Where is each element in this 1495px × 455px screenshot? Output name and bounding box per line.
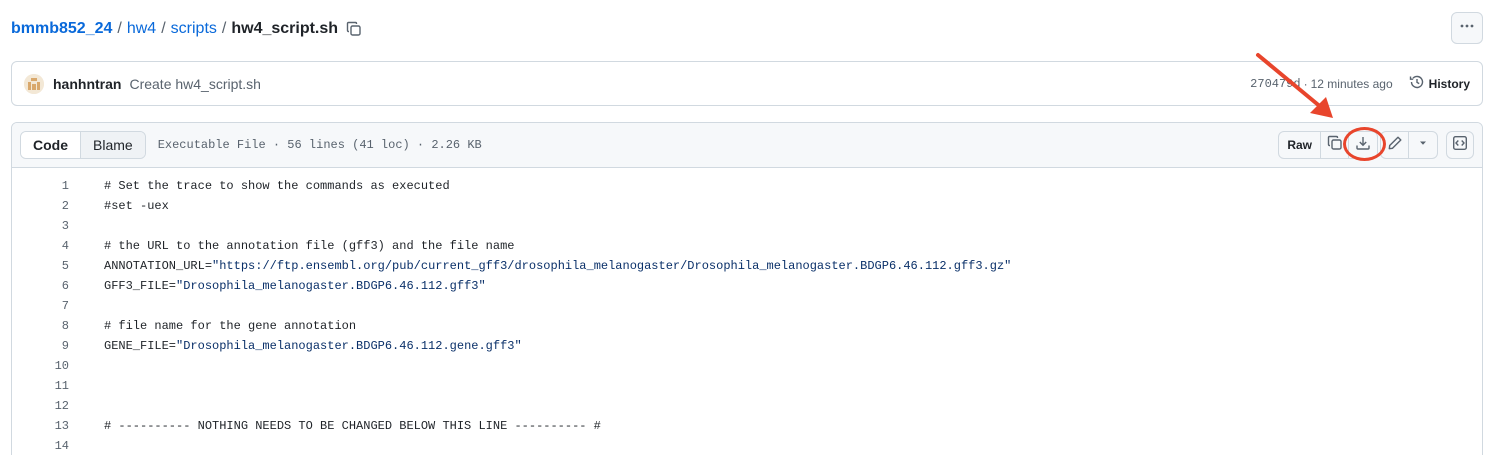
line-number[interactable]: 10: [12, 359, 69, 373]
code-text: # Set the trace to show the commands as …: [104, 179, 450, 193]
file-viewer: Code Blame Executable File · 56 lines (4…: [11, 122, 1483, 455]
code-line: 2 #set -uex: [12, 196, 1482, 216]
history-label: History: [1428, 76, 1470, 91]
line-number[interactable]: 6: [12, 279, 69, 293]
line-number[interactable]: 7: [12, 299, 69, 313]
line-content: GFF3_FILE="Drosophila_melanogaster.BDGP6…: [104, 279, 486, 293]
line-content: # file name for the gene annotation: [104, 319, 356, 333]
code-line: 5 ANNOTATION_URL="https://ftp.ensembl.org…: [12, 256, 1482, 276]
code-line: 14: [12, 436, 1482, 455]
code-text: # the URL to the annotation file (gff3) …: [104, 239, 515, 253]
line-number[interactable]: 9: [12, 339, 69, 353]
line-content: GENE_FILE="Drosophila_melanogaster.BDGP6…: [104, 339, 522, 353]
line-number[interactable]: 13: [12, 419, 69, 433]
line-number[interactable]: 5: [12, 259, 69, 273]
kebab-horizontal-icon: [1459, 18, 1475, 39]
code-line: 7: [12, 296, 1482, 316]
symbols-panel-button[interactable]: [1446, 131, 1474, 159]
avatar[interactable]: [24, 73, 44, 94]
code-line: 13 # ---------- NOTHING NEEDS TO BE CHANG…: [12, 416, 1482, 436]
code-line: 4 # the URL to the annotation file (gff3)…: [12, 236, 1482, 256]
breadcrumb-separator: /: [161, 20, 166, 37]
edit-dropdown-button[interactable]: [1409, 132, 1437, 158]
copy-icon: [1327, 135, 1343, 156]
pencil-icon: [1387, 135, 1403, 156]
code-text: GENE_FILE=: [104, 339, 177, 353]
line-number[interactable]: 14: [12, 439, 69, 453]
breadcrumb-file-name: hw4_script.sh: [231, 20, 339, 37]
breadcrumb-separator: /: [117, 20, 122, 37]
code-text: # ---------- NOTHING NEEDS TO BE CHANGED…: [104, 419, 601, 433]
line-number[interactable]: 11: [12, 379, 69, 393]
copy-path-icon[interactable]: [345, 20, 363, 38]
code-text: GFF3_FILE=: [104, 279, 177, 293]
view-toggle: Code Blame: [20, 131, 146, 159]
code-line: 1 # Set the trace to show the commands as…: [12, 176, 1482, 196]
breadcrumb-folder-hw4-link[interactable]: hw4: [127, 20, 156, 38]
line-number[interactable]: 1: [12, 179, 69, 193]
line-content: ANNOTATION_URL="https://ftp.ensembl.org/…: [104, 259, 1011, 273]
commit-message[interactable]: Create hw4_script.sh: [129, 76, 261, 92]
code-string: "Drosophila_melanogaster.BDGP6.46.112.gf…: [176, 279, 486, 293]
raw-button[interactable]: Raw: [1279, 132, 1321, 158]
code-text: # file name for the gene annotation: [104, 319, 357, 333]
line-number[interactable]: 3: [12, 219, 69, 233]
line-content: # ---------- NOTHING NEEDS TO BE CHANGED…: [104, 419, 601, 433]
code-string: "https://ftp.ensembl.org/pub/current_gff…: [212, 259, 1012, 273]
line-content: # the URL to the annotation file (gff3) …: [104, 239, 514, 253]
tab-blame[interactable]: Blame: [81, 132, 145, 158]
line-content: # Set the trace to show the commands as …: [104, 179, 450, 193]
breadcrumb-folder-scripts-link[interactable]: scripts: [171, 20, 217, 38]
code-line: 8 # file name for the gene annotation: [12, 316, 1482, 336]
code-square-icon: [1452, 135, 1468, 156]
code-line: 11: [12, 376, 1482, 396]
annotation-circle: [1343, 127, 1386, 161]
breadcrumb: bmmb852_24 / hw4 / scripts / hw4_script.…: [11, 17, 363, 41]
edit-group: [1380, 131, 1438, 159]
line-content: #set -uex: [104, 199, 169, 213]
more-options-button[interactable]: [1451, 12, 1483, 44]
code-line: 10: [12, 356, 1482, 376]
breadcrumb-separator: /: [221, 20, 227, 37]
code-text: #set -uex: [104, 199, 169, 213]
annotation-arrow: [1250, 50, 1340, 135]
code-line: 6 GFF3_FILE="Drosophila_melanogaster.BDGP…: [12, 276, 1482, 296]
code-line: 9 GENE_FILE="Drosophila_melanogaster.BDGP…: [12, 336, 1482, 356]
triangle-down-icon: [1417, 136, 1429, 154]
code-string: "Drosophila_melanogaster.BDGP6.46.112.ge…: [176, 339, 522, 353]
code-text: ANNOTATION_URL=: [104, 259, 213, 273]
code-view: 1 # Set the trace to show the commands as…: [12, 168, 1482, 455]
history-icon: [1409, 74, 1429, 93]
code-line: 12: [12, 396, 1482, 416]
line-number[interactable]: 8: [12, 319, 69, 333]
history-button[interactable]: History: [1409, 74, 1470, 93]
line-number[interactable]: 12: [12, 399, 69, 413]
commit-author[interactable]: hanhntran: [53, 76, 121, 92]
tab-code[interactable]: Code: [21, 132, 81, 158]
line-number[interactable]: 2: [12, 199, 69, 213]
code-line: 3: [12, 216, 1482, 236]
line-number[interactable]: 4: [12, 239, 69, 253]
file-info: Executable File · 56 lines (41 loc) · 2.…: [157, 138, 482, 152]
breadcrumb-repo-link[interactable]: bmmb852_24: [11, 20, 112, 38]
